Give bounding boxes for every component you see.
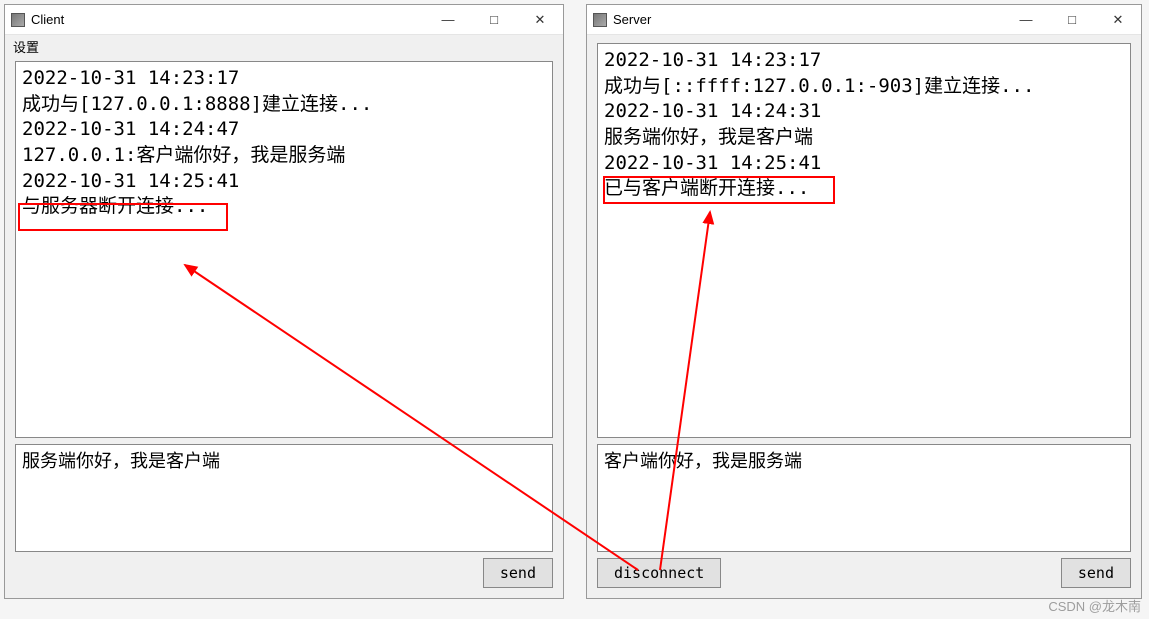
app-icon — [11, 13, 25, 27]
close-button[interactable]: ✕ — [517, 5, 563, 34]
server-send-button[interactable]: send — [1061, 558, 1131, 588]
client-window-title: Client — [31, 12, 425, 27]
menu-settings[interactable]: 设置 — [13, 37, 39, 56]
client-window: Client — □ ✕ 设置 2022-10-31 14:23:17 成功与[… — [4, 4, 564, 599]
window-controls: — □ ✕ — [1003, 5, 1141, 34]
server-titlebar[interactable]: Server — □ ✕ — [587, 5, 1141, 35]
client-titlebar[interactable]: Client — □ ✕ — [5, 5, 563, 35]
server-log-textarea[interactable]: 2022-10-31 14:23:17 成功与[::ffff:127.0.0.1… — [597, 43, 1131, 438]
server-window-title: Server — [613, 12, 1003, 27]
maximize-button[interactable]: □ — [471, 5, 517, 34]
maximize-button[interactable]: □ — [1049, 5, 1095, 34]
minimize-button[interactable]: — — [1003, 5, 1049, 34]
window-controls: — □ ✕ — [425, 5, 563, 34]
client-body: 2022-10-31 14:23:17 成功与[127.0.0.1:8888]建… — [5, 57, 563, 598]
server-body: 2022-10-31 14:23:17 成功与[::ffff:127.0.0.1… — [587, 35, 1141, 598]
close-button[interactable]: ✕ — [1095, 5, 1141, 34]
client-input-textarea[interactable]: 服务端你好，我是客户端 — [15, 444, 553, 552]
server-button-row: disconnect send — [597, 558, 1131, 588]
app-icon — [593, 13, 607, 27]
server-input-textarea[interactable]: 客户端你好，我是服务端 — [597, 444, 1131, 552]
client-button-row: send — [15, 558, 553, 588]
minimize-button[interactable]: — — [425, 5, 471, 34]
client-log-textarea[interactable]: 2022-10-31 14:23:17 成功与[127.0.0.1:8888]建… — [15, 61, 553, 438]
server-disconnect-button[interactable]: disconnect — [597, 558, 721, 588]
server-window: Server — □ ✕ 2022-10-31 14:23:17 成功与[::f… — [586, 4, 1142, 599]
client-send-button[interactable]: send — [483, 558, 553, 588]
client-menubar: 设置 — [5, 35, 563, 57]
